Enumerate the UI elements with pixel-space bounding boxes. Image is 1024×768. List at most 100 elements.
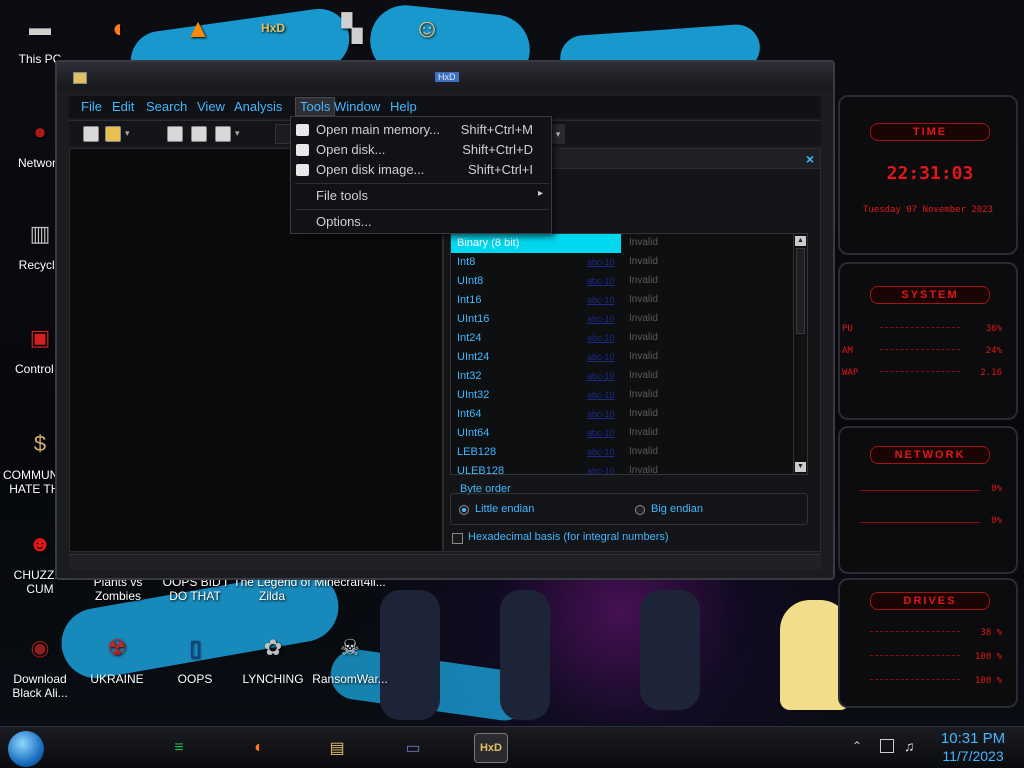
desktop-icon[interactable]: ☺ [387, 6, 467, 52]
datatype-value[interactable]: abc-10 [587, 428, 615, 438]
scroll-thumb[interactable] [796, 248, 805, 334]
desktop-icon[interactable]: ◐ [80, 6, 160, 52]
hex-basis-checkbox[interactable] [452, 533, 463, 544]
open-memory-icon[interactable] [167, 126, 183, 142]
volume-icon[interactable]: ♫ [904, 738, 915, 754]
desktop-icon-glyph: HxD [260, 21, 285, 35]
menu-search[interactable]: Search [146, 99, 187, 114]
datatype-row[interactable]: Int32 abc-10 Invalid [451, 367, 795, 386]
big-endian-radio[interactable] [635, 505, 645, 515]
datatype-value[interactable]: abc-10 [587, 371, 615, 381]
desktop-icon[interactable]: HxD [233, 6, 313, 52]
datatype-row[interactable]: Int16 abc-10 Invalid [451, 291, 795, 310]
menu-analysis[interactable]: Analysis [234, 99, 282, 114]
datatype-row[interactable]: Binary (8 bit) Invalid [451, 234, 658, 253]
menu-edit[interactable]: Edit [112, 99, 134, 114]
datatype-value[interactable]: abc-10 [587, 409, 615, 419]
datatype-row[interactable]: Int64 abc-10 Invalid [451, 405, 795, 424]
little-endian-label[interactable]: Little endian [475, 503, 534, 515]
menu-tools[interactable]: Tools [295, 97, 336, 116]
taskbar-spotify-icon[interactable]: ≡ [162, 733, 196, 763]
menu-file-tools[interactable]: File tools ▸ [291, 186, 551, 206]
menu-open-disk-image[interactable]: Open disk image... Shift+Ctrl+I [291, 160, 551, 180]
datatype-row[interactable]: UInt32 abc-10 Invalid [451, 386, 795, 405]
new-file-icon[interactable] [83, 126, 99, 142]
menu-file[interactable]: File [81, 99, 102, 114]
datatype-name: UInt64 [457, 427, 490, 439]
time-widget-title: TIME [870, 123, 990, 141]
datatype-status: Invalid [629, 256, 658, 267]
desktop-icon-label: UKRAINE [90, 672, 144, 686]
taskbar-time[interactable]: 10:31 PM [930, 730, 1016, 747]
tray-chevron-icon[interactable]: ⌃ [852, 739, 862, 753]
start-button[interactable] [8, 731, 44, 767]
desktop-icon[interactable]: ☢ UKRAINE [77, 626, 157, 687]
scroll-down-icon[interactable]: ▼ [795, 462, 806, 472]
datatype-value[interactable]: abc-10 [587, 295, 615, 305]
dropdown-arrow-icon[interactable]: ▾ [235, 128, 240, 139]
network-status-icon[interactable] [880, 739, 894, 753]
datatype-row[interactable]: UInt8 abc-10 Invalid [451, 272, 795, 291]
desktop-icon[interactable]: ▯ OOPS [155, 626, 235, 687]
datatype-status: Invalid [629, 332, 658, 343]
drive-row-bar [870, 679, 960, 683]
network-row-value: 0% [991, 516, 1002, 526]
datatype-name: UInt16 [457, 313, 490, 325]
menu-open-main-memory[interactable]: Open main memory... Shift+Ctrl+M [291, 120, 551, 140]
little-endian-radio[interactable] [459, 505, 469, 515]
desktop-icon[interactable]: ▲ [158, 6, 238, 52]
taskbar-date[interactable]: 11/7/2023 [930, 748, 1016, 764]
open-disk-image-icon[interactable] [215, 126, 231, 142]
datatype-scrollbar[interactable]: ▲ ▼ [793, 234, 807, 474]
datatype-row[interactable]: UInt64 abc-10 Invalid [451, 424, 795, 443]
datatype-status: Invalid [629, 370, 658, 381]
open-folder-icon[interactable] [105, 126, 121, 142]
dropdown-arrow-icon[interactable]: ▾ [125, 128, 130, 139]
datatype-value[interactable]: abc-10 [587, 257, 615, 267]
datatype-status: Invalid [629, 389, 658, 400]
datatype-status: Invalid [629, 446, 658, 457]
open-disk-icon[interactable] [191, 126, 207, 142]
menu-options[interactable]: Options... [291, 212, 551, 232]
datatype-row[interactable]: Int8 abc-10 Invalid [451, 253, 795, 272]
datatype-status: Invalid [629, 275, 658, 286]
close-icon[interactable]: × [806, 151, 814, 167]
desktop-icon[interactable]: ◉ Download Black Ali... [0, 626, 80, 701]
menu-view[interactable]: View [197, 99, 225, 114]
scroll-up-icon[interactable]: ▲ [795, 236, 806, 246]
menu-open-disk[interactable]: Open disk... Shift+Ctrl+D [291, 140, 551, 160]
datatype-value[interactable]: abc-10 [587, 276, 615, 286]
taskbar-explorer-icon[interactable]: ▤ [320, 733, 354, 763]
datatype-list[interactable]: Binary (8 bit) Invalid Int8 abc-10 Invalid UI… [450, 233, 808, 475]
hex-basis-label[interactable]: Hexadecimal basis (for integral numbers) [468, 531, 669, 543]
datatype-value[interactable]: abc-10 [587, 333, 615, 343]
datatype-value[interactable]: abc-10 [587, 447, 615, 457]
big-endian-label[interactable]: Big endian [651, 503, 703, 515]
desktop-icon-glyph: ▬ [29, 15, 51, 40]
menu-separator [295, 183, 549, 184]
datatype-status: Invalid [629, 427, 658, 438]
desktop-icon-glyph: ☢ [107, 635, 127, 660]
datatype-value[interactable]: abc-10 [587, 390, 615, 400]
datatype-row[interactable]: UInt24 abc-10 Invalid [451, 348, 795, 367]
desktop-icon[interactable]: ▚ [312, 6, 392, 52]
datatype-value[interactable]: abc-10 [587, 466, 615, 474]
combo-dropdown-icon[interactable]: ▾ [551, 124, 565, 144]
desktop-icon[interactable]: ✿ LYNCHING [233, 626, 313, 687]
taskbar-remote-icon[interactable]: ▭ [396, 733, 430, 763]
menu-help[interactable]: Help [390, 99, 417, 114]
datatype-value[interactable]: abc-10 [587, 314, 615, 324]
desktop-icon[interactable]: ▬ This PC [0, 6, 80, 67]
taskbar-firefox-icon[interactable]: ◐ [242, 733, 276, 763]
menu-window[interactable]: Window [334, 99, 380, 114]
datatype-row[interactable]: LEB128 abc-10 Invalid [451, 443, 795, 462]
datatype-row[interactable]: UInt16 abc-10 Invalid [451, 310, 795, 329]
network-widget-title: NETWORK [870, 446, 990, 464]
taskbar-hxd-icon[interactable]: HxD [474, 733, 508, 763]
window-titlebar[interactable]: HxD [57, 62, 833, 90]
desktop-icon-glyph: ▲ [185, 13, 211, 43]
desktop-icon[interactable]: ☠ RansomWar... [310, 626, 390, 687]
datatype-row[interactable]: Int24 abc-10 Invalid [451, 329, 795, 348]
datatype-row[interactable]: ULEB128 abc-10 Invalid [451, 462, 795, 474]
datatype-value[interactable]: abc-10 [587, 352, 615, 362]
